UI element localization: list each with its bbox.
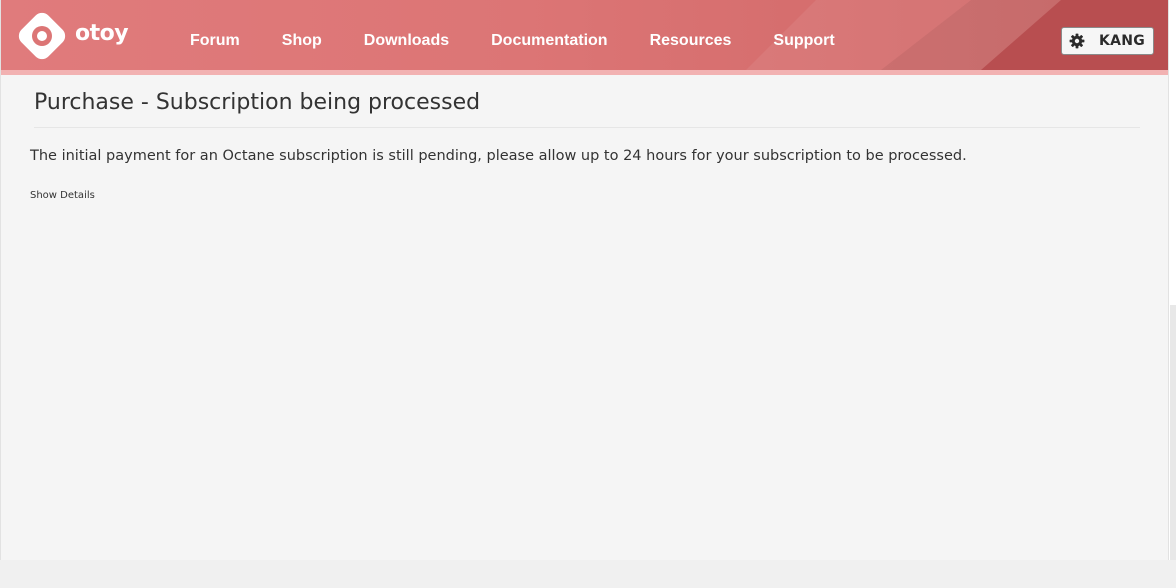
status-message: The initial payment for an Octane subscr… [30,148,967,164]
nav-item-resources[interactable]: Resources [629,32,753,50]
nav-item-support[interactable]: Support [752,32,855,50]
user-name: KANG [1099,33,1146,49]
page: otoy Forum Shop Downloads Documentation … [0,0,1176,588]
nav-item-forum[interactable]: Forum [169,32,261,50]
nav-item-shop[interactable]: Shop [261,32,343,50]
page-title: Purchase - Subscription being processed [34,84,1140,128]
site-header: otoy Forum Shop Downloads Documentation … [1,0,1168,70]
main-content: Purchase - Subscription being processed … [30,84,1140,202]
nav-item-downloads[interactable]: Downloads [343,32,470,50]
main-nav: Forum Shop Downloads Documentation Resou… [169,0,856,70]
nav-item-documentation[interactable]: Documentation [470,32,628,50]
user-menu-button[interactable]: KANG [1061,27,1154,55]
show-details-link[interactable]: Show Details [30,190,95,201]
scrollbar-thumb[interactable] [1170,305,1176,560]
otoy-logo-icon [15,9,69,63]
gear-icon [1069,33,1085,49]
otoy-logo[interactable]: otoy [15,9,129,63]
header-stripe [1,70,1168,75]
logo-text: otoy [75,20,129,46]
